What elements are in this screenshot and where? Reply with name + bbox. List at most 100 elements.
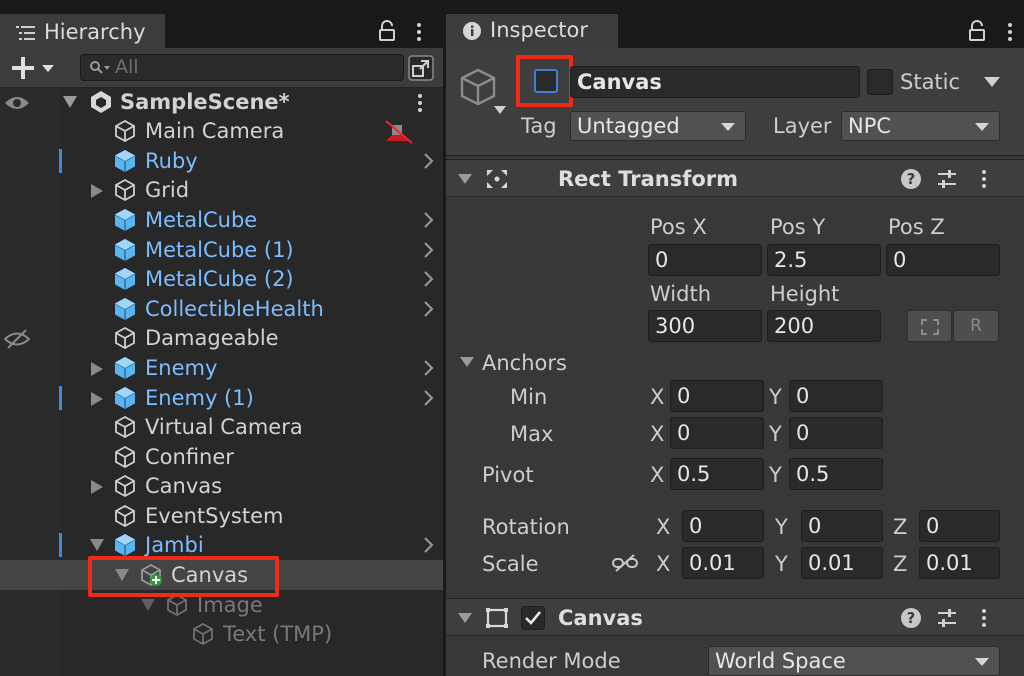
canvas-enabled-checkbox[interactable]	[521, 606, 545, 630]
canvas-component-title: Canvas	[558, 606, 643, 630]
list-item[interactable]: Virtual Camera	[0, 412, 443, 442]
scale-z-field[interactable]: 0.01	[919, 547, 1000, 579]
static-dropdown-caret-icon[interactable]	[984, 77, 1000, 87]
inspector-menu-icon[interactable]	[1007, 22, 1013, 42]
chevron-right-icon[interactable]	[424, 271, 434, 287]
help-icon[interactable]: ?	[901, 608, 921, 628]
anchor-max-x-field[interactable]: 0	[670, 417, 764, 449]
list-item[interactable]: MetalCube (1)	[0, 235, 443, 265]
pivot-y-field[interactable]: 0.5	[789, 458, 883, 490]
checkmark-icon	[525, 611, 542, 625]
raw-edit-button[interactable]: R	[953, 310, 999, 342]
camera-gizmo-icon	[384, 119, 414, 145]
chevron-down-icon	[721, 123, 735, 131]
list-item[interactable]: CollectibleHealth	[0, 294, 443, 324]
list-item[interactable]: Damageable	[0, 323, 443, 353]
scene-row[interactable]: SampleScene*	[0, 87, 443, 117]
lock-icon[interactable]	[378, 20, 396, 42]
list-item[interactable]: MetalCube (2)	[0, 264, 443, 294]
fold-closed-icon[interactable]	[91, 362, 103, 376]
fold-open-icon[interactable]	[141, 599, 155, 611]
list-item[interactable]: Confiner	[0, 442, 443, 472]
list-item[interactable]: Text (TMP)	[0, 619, 443, 649]
list-item[interactable]: Grid	[0, 175, 443, 205]
render-mode-label: Render Mode	[482, 649, 621, 673]
add-plus-icon[interactable]	[12, 57, 56, 79]
pos-x-label: Pos X	[650, 215, 707, 239]
component-menu-icon[interactable]	[981, 608, 987, 628]
pos-y-field[interactable]: 2.5	[767, 244, 881, 276]
gameobject-icon	[113, 445, 137, 469]
static-checkbox[interactable]	[867, 69, 893, 95]
pos-z-field[interactable]: 0	[886, 244, 1000, 276]
fold-closed-icon[interactable]	[91, 392, 103, 406]
scale-x-field[interactable]: 0.01	[682, 547, 764, 579]
fold-open-icon[interactable]	[90, 539, 104, 551]
scene-view-toggle-icon[interactable]	[408, 55, 434, 81]
fold-closed-icon[interactable]	[91, 480, 103, 494]
dashed-square-icon	[921, 319, 939, 335]
list-item[interactable]: Main Camera	[0, 116, 443, 146]
item-label: MetalCube	[145, 208, 258, 232]
object-name-field[interactable]: Canvas	[570, 66, 860, 98]
rotation-z-field[interactable]: 0	[919, 510, 1000, 542]
rotation-y-field[interactable]: 0	[801, 510, 883, 542]
component-menu-icon[interactable]	[981, 169, 987, 189]
anchor-min-y-field[interactable]: 0	[789, 380, 883, 412]
fold-open-icon[interactable]	[458, 613, 472, 623]
list-item[interactable]: EventSystem	[0, 501, 443, 531]
list-item[interactable]: Ruby	[0, 146, 443, 176]
anchor-min-x-field[interactable]: 0	[670, 380, 764, 412]
canvas-component-header[interactable]: Canvas ?	[446, 598, 1024, 636]
chevron-right-icon[interactable]	[424, 212, 434, 228]
fold-open-icon[interactable]	[458, 174, 472, 184]
pos-y-label: Pos Y	[770, 215, 826, 239]
item-label: Grid	[145, 178, 190, 202]
chevron-right-icon[interactable]	[424, 537, 434, 553]
scale-y-field[interactable]: 0.01	[801, 547, 883, 579]
layer-value: NPC	[848, 114, 892, 138]
prefab-icon	[113, 149, 137, 173]
chevron-right-icon[interactable]	[424, 360, 434, 376]
anchors-fold-icon[interactable]	[460, 357, 474, 367]
chevron-right-icon[interactable]	[424, 390, 434, 406]
pivot-x-field[interactable]: 0.5	[670, 458, 764, 490]
list-item[interactable]: MetalCube	[0, 205, 443, 235]
gameobject-large-icon[interactable]	[458, 66, 508, 118]
prefab-icon	[113, 533, 137, 557]
gameobject-icon	[113, 178, 137, 202]
pos-x-field[interactable]: 0	[648, 244, 762, 276]
chevron-right-icon[interactable]	[424, 153, 434, 169]
chevron-right-icon[interactable]	[424, 242, 434, 258]
scale-label: Scale	[482, 552, 539, 576]
height-field[interactable]: 200	[767, 310, 881, 342]
fold-closed-icon[interactable]	[91, 184, 103, 198]
preset-sliders-icon[interactable]	[936, 169, 958, 189]
item-label: Virtual Camera	[145, 415, 303, 439]
blueprint-mode-button[interactable]	[907, 310, 952, 342]
tab-hierarchy[interactable]: Hierarchy	[0, 14, 165, 48]
rotation-x-field[interactable]: 0	[682, 510, 764, 542]
help-icon[interactable]: ?	[901, 169, 921, 189]
prefab-icon	[113, 356, 137, 380]
chevron-right-icon[interactable]	[424, 301, 434, 317]
preset-sliders-icon[interactable]	[936, 608, 958, 628]
list-item[interactable]: Enemy	[0, 353, 443, 383]
render-mode-dropdown[interactable]: World Space	[708, 646, 1000, 676]
hierarchy-search-input[interactable]: All	[80, 54, 404, 81]
lock-icon[interactable]	[968, 20, 986, 42]
rect-transform-header[interactable]: Rect Transform ?	[446, 159, 1024, 197]
hierarchy-tab-label: Hierarchy	[44, 20, 146, 44]
hierarchy-menu-icon[interactable]	[416, 22, 422, 42]
unlinked-chain-icon[interactable]	[612, 553, 638, 573]
list-item[interactable]: Canvas	[0, 471, 443, 501]
anchor-max-y-field[interactable]: 0	[789, 417, 883, 449]
list-item[interactable]: Enemy (1)	[0, 383, 443, 413]
tag-dropdown[interactable]: Untagged	[570, 111, 746, 141]
scene-menu-icon[interactable]	[417, 93, 423, 113]
width-field[interactable]: 300	[648, 310, 762, 342]
fold-open-icon[interactable]	[63, 96, 77, 108]
tab-inspector[interactable]: Inspector	[446, 14, 618, 48]
axis-y-label: Y	[775, 552, 788, 576]
layer-dropdown[interactable]: NPC	[841, 111, 1000, 141]
